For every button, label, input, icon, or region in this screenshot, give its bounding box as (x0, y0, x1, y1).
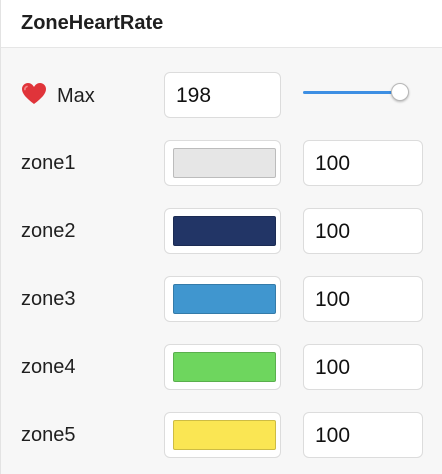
zone1-value-input[interactable]: 100 (303, 140, 423, 186)
color-swatch (173, 216, 276, 246)
color-swatch (173, 352, 276, 382)
zone3-color-picker[interactable] (164, 276, 281, 322)
zone-label: zone1 (21, 152, 76, 174)
color-swatch (173, 148, 276, 178)
heart-icon (22, 83, 46, 104)
zone2-color-picker[interactable] (164, 208, 281, 254)
max-label: Max (57, 85, 95, 107)
zone-value: 100 (315, 220, 351, 243)
max-row: Max 198 (1, 70, 442, 120)
zone-heart-rate-panel: ZoneHeartRate Max 198 zone1 100 zone2 10… (0, 0, 442, 474)
color-swatch (173, 420, 276, 450)
slider-track (303, 91, 401, 94)
zone3-value-input[interactable]: 100 (303, 276, 423, 322)
zone-label: zone5 (21, 424, 76, 446)
zone-value: 100 (315, 356, 351, 379)
zone-label: zone3 (21, 288, 76, 310)
zone-row-4: zone4 100 (1, 342, 442, 392)
zone-row-5: zone5 100 (1, 410, 442, 460)
zone-row-3: zone3 100 (1, 274, 442, 324)
zone-row-1: zone1 100 (1, 138, 442, 188)
max-input[interactable]: 198 (164, 72, 281, 118)
zone-label: zone2 (21, 220, 76, 242)
color-swatch (173, 284, 276, 314)
zone-value: 100 (315, 424, 351, 447)
zone2-value-input[interactable]: 100 (303, 208, 423, 254)
panel-title: ZoneHeartRate (21, 12, 164, 34)
zone1-color-picker[interactable] (164, 140, 281, 186)
zone-row-2: zone2 100 (1, 206, 442, 256)
zone-value: 100 (315, 152, 351, 175)
slider-thumb[interactable] (391, 83, 410, 101)
zone4-color-picker[interactable] (164, 344, 281, 390)
panel-header: ZoneHeartRate (1, 0, 442, 48)
zone5-color-picker[interactable] (164, 412, 281, 458)
zone5-value-input[interactable]: 100 (303, 412, 423, 458)
zone-value: 100 (315, 288, 351, 311)
max-value: 198 (176, 84, 212, 107)
zone-label: zone4 (21, 356, 76, 378)
max-slider[interactable] (303, 70, 419, 116)
max-label-group: Max (21, 82, 95, 109)
zone4-value-input[interactable]: 100 (303, 344, 423, 390)
